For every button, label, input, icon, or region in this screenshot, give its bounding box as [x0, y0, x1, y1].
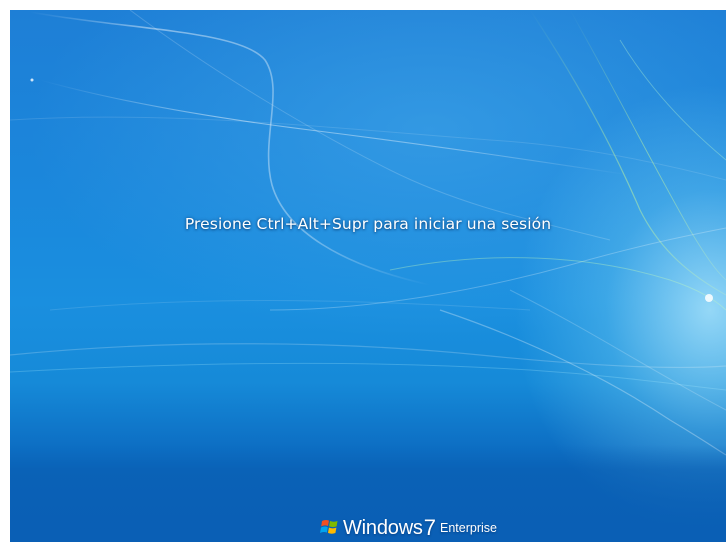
screenshot-frame: Presione Ctrl+Alt+Supr para iniciar una …	[0, 0, 726, 552]
light-streak	[49, 300, 531, 311]
light-streak	[569, 10, 726, 281]
product-edition: Enterprise	[439, 521, 497, 535]
light-streak	[269, 227, 726, 311]
light-streak	[439, 309, 726, 456]
logon-prompt: Presione Ctrl+Alt+Supr para iniciar una …	[184, 215, 552, 233]
light-streak	[10, 116, 726, 181]
light-streak	[10, 362, 726, 391]
light-streak	[129, 10, 611, 241]
light-streak	[29, 11, 431, 286]
windows-branding: Windows 7 Enterprise	[320, 510, 497, 540]
product-version: 7	[423, 515, 436, 540]
light-streak	[389, 257, 726, 311]
product-name: Windows	[343, 517, 423, 539]
glint	[705, 294, 713, 302]
light-streak	[619, 39, 726, 161]
logon-screen[interactable]: Presione Ctrl+Alt+Supr para iniciar una …	[10, 10, 726, 542]
glint	[30, 78, 34, 82]
windows-flag-icon	[320, 519, 338, 534]
